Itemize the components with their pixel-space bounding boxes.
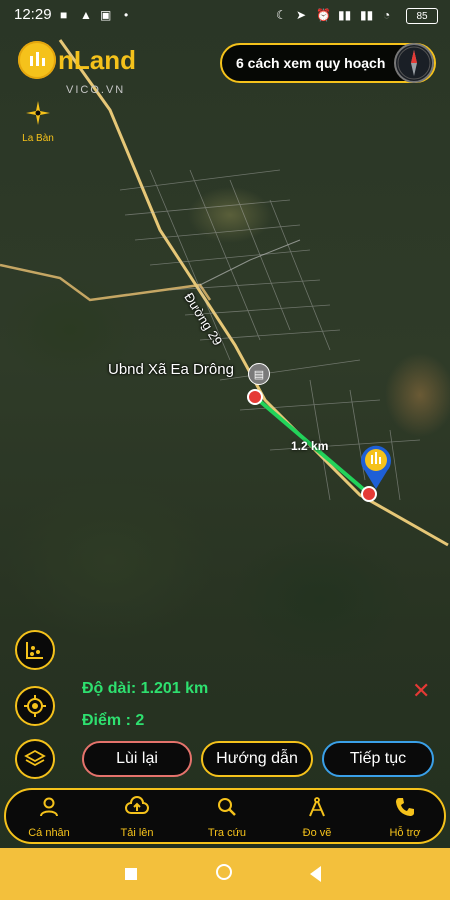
measure-length: Độ dài: 1.201 km <box>82 680 209 697</box>
status-time: 12:29 <box>14 6 52 23</box>
back-icon[interactable] <box>310 866 321 882</box>
location-icon: ➤ <box>296 8 307 22</box>
more-dot-icon: • <box>124 8 129 22</box>
alarm-icon: ⏰ <box>316 8 331 22</box>
planning-view-label: 6 cách xem quy hoạch <box>236 55 386 71</box>
compass-tool-button[interactable]: La Bàn <box>18 100 58 144</box>
compass-tool-label: La Bàn <box>22 133 54 144</box>
nav-label-upload: Tải lên <box>120 827 154 839</box>
bottom-nav: Cá nhân Tải lên Tra cứu Đo vẽ Hỗ trợ <box>4 788 446 844</box>
moon-icon: ☾ <box>276 8 287 22</box>
planning-view-button[interactable]: 6 cách xem quy hoạch <box>220 43 436 83</box>
distance-label: 1.2 km <box>291 439 329 453</box>
compass-rose-icon <box>26 101 50 125</box>
guide-button[interactable]: Hướng dẫn <box>201 741 313 777</box>
nav-label-support: Hỗ trợ <box>389 827 421 839</box>
nav-item-draw[interactable]: Đo vẽ <box>282 796 352 839</box>
layers-icon <box>24 749 46 767</box>
crosshair-icon <box>24 695 46 717</box>
nav-item-upload[interactable]: Tải lên <box>102 796 172 839</box>
compass-drawing-icon <box>309 797 325 817</box>
app-logo: nLand <box>18 41 136 79</box>
back-button[interactable]: Lùi lại <box>82 741 192 777</box>
measure-points: Điểm : 2 <box>82 712 145 729</box>
place-label: Ubnd Xã Ea Drông <box>108 361 234 378</box>
nav-item-support[interactable]: Hỗ trợ <box>370 796 440 839</box>
signal-icon: ▮▮ <box>338 8 352 22</box>
home-icon[interactable] <box>216 864 232 880</box>
warning-icon: ▲ <box>80 8 92 22</box>
zalo-icon: ▣ <box>100 8 112 22</box>
my-location-button[interactable] <box>15 686 55 726</box>
logo-coin-icon <box>18 41 56 79</box>
wifi-icon: ◔ <box>383 8 391 22</box>
scatter-tool-button[interactable] <box>15 630 55 670</box>
brand-name: nLand <box>58 44 136 75</box>
notification-icon: ■ <box>60 8 68 22</box>
layers-button[interactable] <box>15 739 55 779</box>
signal-icon-2: ▮▮ <box>360 8 374 22</box>
cloud-upload-icon <box>125 796 149 814</box>
close-icon[interactable]: ✕ <box>412 678 430 704</box>
search-icon <box>218 798 236 816</box>
person-icon <box>40 797 58 817</box>
system-nav-bar <box>0 848 450 900</box>
phone-icon <box>396 798 414 816</box>
recent-apps-icon[interactable] <box>125 868 137 880</box>
compass-icon[interactable] <box>394 43 434 83</box>
status-bar: 12:29 ■ ▲ ▣ • ☾ ➤ ⏰ ▮▮ ▮▮ ◔ 85 <box>0 0 450 30</box>
battery-level: 85 <box>416 10 428 22</box>
scatter-chart-icon <box>26 642 43 659</box>
nav-label-draw: Đo vẽ <box>302 827 332 839</box>
continue-button[interactable]: Tiếp tục <box>322 741 434 777</box>
nav-item-profile[interactable]: Cá nhân <box>14 796 84 839</box>
location-pin-icon[interactable] <box>357 443 395 493</box>
nav-item-search[interactable]: Tra cứu <box>192 796 262 839</box>
battery-icon: 85 <box>406 8 438 24</box>
nav-label-search: Tra cứu <box>207 827 247 839</box>
government-building-icon[interactable]: ▤ <box>248 363 270 385</box>
brand-sub: VICO.VN <box>66 84 126 96</box>
nav-label-profile: Cá nhân <box>28 827 70 839</box>
